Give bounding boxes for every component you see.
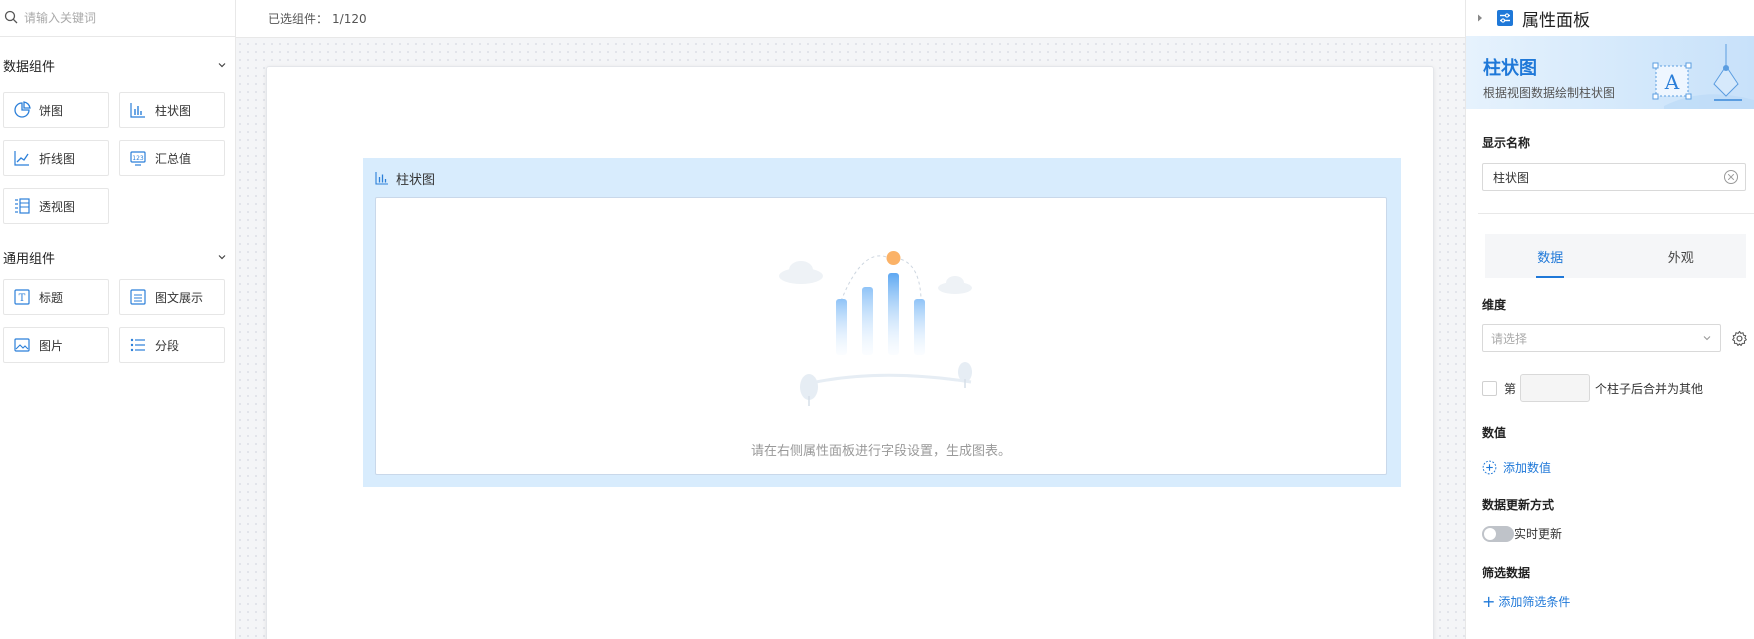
collapse-arrow-icon[interactable] <box>1476 14 1484 22</box>
component-line[interactable]: 折线图 <box>3 140 109 176</box>
top-toolbar: 已选组件： 1/120 <box>236 0 1465 38</box>
widget-body: 请在右侧属性面板进行字段设置，生成图表。 <box>375 197 1387 475</box>
component-label: 分段 <box>155 338 180 353</box>
display-name-label: 显示名称 <box>1482 136 1531 150</box>
group-title: 数据组件 <box>3 59 56 75</box>
dimension-select[interactable]: 请选择 <box>1482 324 1721 352</box>
group-header-data[interactable]: 数据组件 <box>0 55 235 75</box>
dimension-label: 维度 <box>1482 298 1507 312</box>
component-label: 柱状图 <box>155 103 192 118</box>
merge-suffix: 个柱子后合并为其他 <box>1595 381 1704 396</box>
tab-data[interactable]: 数据 <box>1485 234 1616 278</box>
realtime-label: 实时更新 <box>1514 527 1563 541</box>
panel-tabs: 数据 外观 <box>1485 234 1746 278</box>
summary-value-icon: 123 <box>129 149 147 167</box>
svg-text:T: T <box>19 293 26 304</box>
component-label: 标题 <box>39 290 64 305</box>
component-image[interactable]: 图片 <box>3 327 109 363</box>
component-banner: 柱状图 根据视图数据绘制柱状图 A <box>1466 36 1754 109</box>
display-name-value: 柱状图 <box>1493 170 1530 185</box>
component-label: 图片 <box>39 338 64 353</box>
component-section[interactable]: 分段 <box>119 327 225 363</box>
search-bar <box>0 0 235 37</box>
panel-title: 属性面板 <box>1522 10 1590 31</box>
value-label: 数值 <box>1482 426 1507 440</box>
chevron-down-icon <box>218 255 226 260</box>
search-icon <box>4 10 24 27</box>
selected-count: 1/120 <box>332 11 367 26</box>
group-title: 通用组件 <box>3 251 56 267</box>
pie-chart-icon <box>13 101 31 119</box>
property-panel: 属性面板 柱状图 根据视图数据绘制柱状图 A 显示名称 柱状图 数据 外观 维度 <box>1465 0 1754 639</box>
bar-chart-widget[interactable]: 柱状图 请在右侧属性面板进行字段设置，生成图表。 <box>363 158 1401 487</box>
add-filter-button[interactable]: + 添加筛选条件 <box>1482 593 1754 610</box>
component-summary[interactable]: 123 汇总值 <box>119 140 225 176</box>
add-value-button[interactable]: 添加数值 <box>1482 459 1754 476</box>
image-icon <box>13 336 31 354</box>
display-name-input[interactable]: 柱状图 <box>1482 163 1746 191</box>
empty-chart-illustration <box>779 251 972 406</box>
component-library: 数据组件 饼图 柱状图 折线图 123 汇总值 透视图 通用组件 <box>0 0 236 639</box>
filter-label: 筛选数据 <box>1482 566 1531 580</box>
component-label: 折线图 <box>39 151 76 166</box>
svg-text:123: 123 <box>132 155 144 162</box>
add-value-label: 添加数值 <box>1503 461 1552 475</box>
rich-text-icon <box>129 288 147 306</box>
gear-icon[interactable] <box>1731 330 1748 347</box>
widget-title: 柱状图 <box>396 172 436 188</box>
pen-text-illustration-icon: A <box>1652 44 1754 109</box>
component-pie[interactable]: 饼图 <box>3 92 109 128</box>
clear-icon[interactable] <box>1723 169 1739 185</box>
merge-checkbox[interactable] <box>1482 380 1497 396</box>
merge-bars-row: 第 个柱子后合并为其他 <box>1466 374 1754 402</box>
component-label: 透视图 <box>39 199 76 214</box>
widget-header: 柱状图 <box>363 158 1401 198</box>
settings-panel-icon <box>1497 10 1513 26</box>
selected-label: 已选组件： <box>268 12 329 26</box>
line-chart-icon <box>13 149 31 167</box>
bar-chart-icon <box>375 172 388 185</box>
add-circle-icon <box>1482 460 1497 475</box>
search-input[interactable] <box>24 11 214 25</box>
component-rich-text[interactable]: 图文展示 <box>119 279 225 315</box>
chevron-down-icon <box>218 63 226 68</box>
component-label: 图文展示 <box>155 290 204 305</box>
panel-header: 属性面板 <box>1466 0 1754 36</box>
add-filter-label: 添加筛选条件 <box>1498 595 1571 609</box>
plus-icon: + <box>1482 591 1496 611</box>
component-pivot[interactable]: 透视图 <box>3 188 109 224</box>
merge-count-input[interactable] <box>1520 374 1591 402</box>
svg-text:A: A <box>1664 70 1680 94</box>
title-icon: T <box>13 288 31 306</box>
dimension-placeholder: 请选择 <box>1491 331 1528 346</box>
pivot-table-icon <box>13 197 31 215</box>
tab-appearance[interactable]: 外观 <box>1616 234 1747 278</box>
component-label: 饼图 <box>39 103 64 118</box>
chevron-down-icon <box>1703 336 1711 341</box>
section-icon <box>129 336 147 354</box>
group-header-common[interactable]: 通用组件 <box>0 247 235 267</box>
page-canvas[interactable]: 柱状图 请在右侧属性面板进行字段设置，生成图表。 <box>266 66 1434 639</box>
component-title[interactable]: T 标题 <box>3 279 109 315</box>
component-label: 汇总值 <box>155 151 192 166</box>
realtime-toggle[interactable] <box>1482 525 1514 542</box>
merge-prefix: 第 <box>1504 381 1517 396</box>
component-bar[interactable]: 柱状图 <box>119 92 225 128</box>
empty-hint: 请在右侧属性面板进行字段设置，生成图表。 <box>750 444 1011 459</box>
bar-chart-icon <box>129 101 147 119</box>
design-area: 已选组件： 1/120 柱状图 请在右侧属性面板进行字段设置，生成图表。 <box>236 0 1465 639</box>
update-mode-label: 数据更新方式 <box>1482 498 1555 512</box>
